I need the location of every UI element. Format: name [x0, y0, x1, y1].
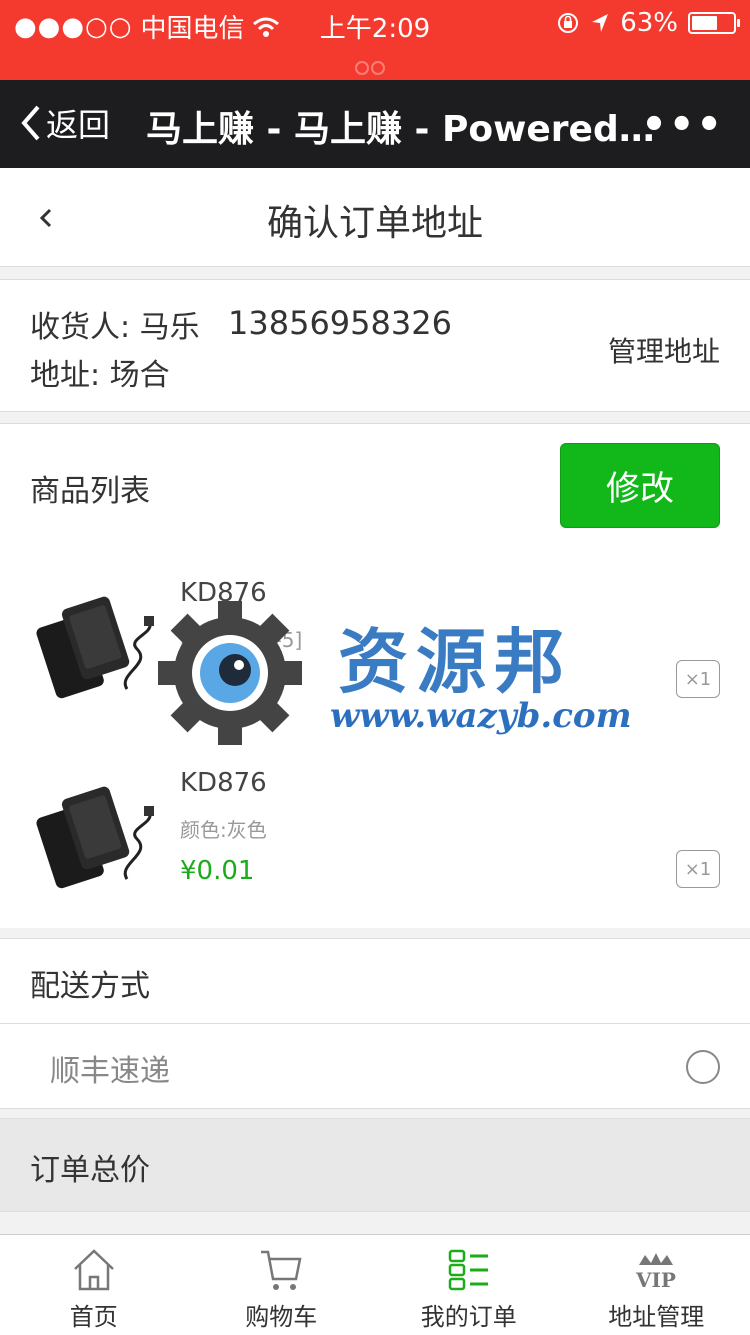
orders-icon — [446, 1247, 492, 1293]
navbar-title: 马上赚 - 马上赚 - Powered b... — [146, 100, 666, 152]
manage-address-link[interactable]: 管理地址 — [608, 330, 720, 370]
tab-home-label: 首页 — [0, 1297, 188, 1332]
delivery-label: 配送方式 — [30, 961, 150, 1005]
recipient-phone: 13856958326 — [228, 304, 452, 342]
tab-address[interactable]: VIP 地址管理 — [563, 1235, 750, 1335]
product-spec: 颜色:灰色 — [180, 814, 267, 843]
goods-list: KD876 颜色:[白色-5] ¥0.01 ×1 KD876 颜色:灰色 ¥0.… — [0, 548, 750, 928]
address-section: 收货人: 马乐 13856958326 地址: 场合 管理地址 — [0, 279, 750, 412]
vip-icon: VIP — [631, 1247, 681, 1293]
tab-bar: 首页 购物车 我的订单 VIP 地址管理 — [0, 1234, 750, 1335]
product-price: ¥0.01 — [180, 856, 254, 886]
page-header: 确认订单地址 — [0, 168, 750, 267]
status-right: 63% — [556, 8, 736, 38]
back-label: 返回 — [46, 100, 110, 146]
shipping-radio[interactable] — [686, 1050, 720, 1084]
shipping-option-label: 顺丰速递 — [50, 1046, 170, 1090]
battery-percent: 63% — [620, 8, 678, 38]
more-menu-button[interactable]: ••• — [641, 102, 724, 148]
delivery-header: 配送方式 — [0, 938, 750, 1024]
home-icon — [71, 1247, 117, 1293]
tab-cart-label: 购物车 — [188, 1297, 376, 1332]
goods-list-header: 商品列表 修改 — [0, 423, 750, 549]
recipient-label: 收货人: 马乐 — [30, 302, 200, 346]
edit-button[interactable]: 修改 — [560, 443, 720, 528]
product-image — [32, 594, 160, 704]
page-title: 确认订单地址 — [0, 194, 750, 246]
order-total-label: 订单总价 — [30, 1145, 150, 1189]
shipping-option[interactable]: 顺丰速递 — [0, 1024, 750, 1109]
back-button[interactable]: 返回 — [18, 100, 110, 146]
browser-navbar: 返回 马上赚 - 马上赚 - Powered b... ••• — [0, 80, 750, 168]
list-item[interactable]: KD876 颜色:[白色-5] ¥0.01 ×1 — [0, 548, 750, 738]
address-label: 地址: 场合 — [30, 350, 170, 394]
list-item[interactable]: KD876 颜色:灰色 ¥0.01 ×1 — [0, 738, 750, 928]
product-quantity: ×1 — [676, 850, 720, 888]
product-spec: 颜色:[白色-5] — [180, 624, 302, 653]
status-bar: ●●●○○ 中国电信 上午2:09 63% — [0, 0, 750, 80]
tab-orders-label: 我的订单 — [375, 1297, 563, 1332]
tab-cart[interactable]: 购物车 — [188, 1235, 376, 1335]
tab-address-label: 地址管理 — [563, 1297, 750, 1332]
battery-icon — [688, 12, 736, 34]
product-name: KD876 — [180, 768, 267, 798]
cart-icon — [258, 1247, 304, 1293]
back-chevron-icon — [18, 103, 42, 143]
rotation-lock-icon — [556, 11, 580, 35]
order-total: 订单总价 — [0, 1118, 750, 1212]
product-name: KD876 — [180, 578, 267, 608]
location-icon — [590, 12, 610, 34]
tab-orders[interactable]: 我的订单 — [375, 1235, 563, 1335]
loading-indicator — [355, 52, 395, 66]
battery-fill — [692, 16, 717, 30]
svg-text:VIP: VIP — [635, 1268, 676, 1292]
goods-list-label: 商品列表 — [30, 466, 150, 510]
product-price: ¥0.01 — [180, 666, 254, 696]
tab-home[interactable]: 首页 — [0, 1235, 188, 1335]
product-quantity: ×1 — [676, 660, 720, 698]
product-image — [32, 784, 160, 894]
